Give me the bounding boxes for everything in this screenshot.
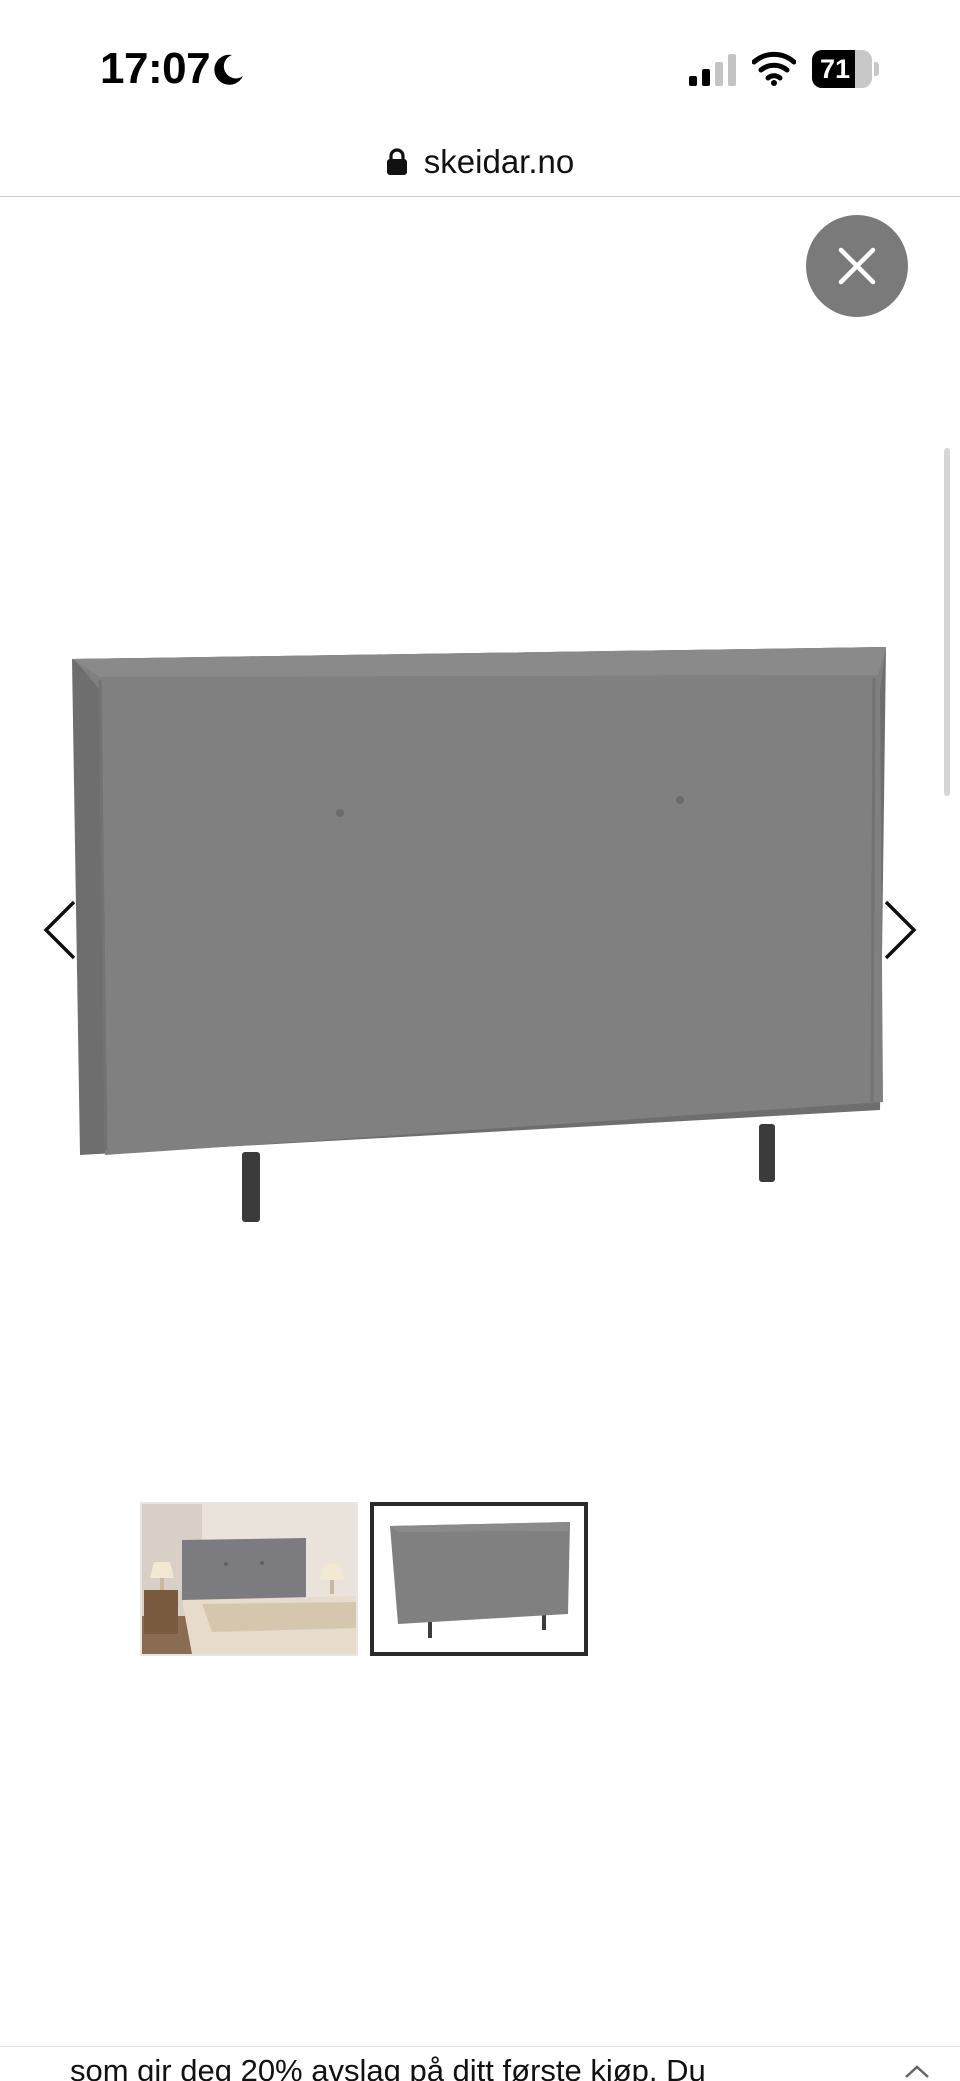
banner-text: som gir deg 20% avslag på ditt første kj… xyxy=(70,2053,706,2081)
headboard-button-left xyxy=(336,809,344,817)
headboard-leg-left xyxy=(242,1152,260,1222)
headboard-cushion xyxy=(74,647,886,1155)
moon-icon xyxy=(214,54,243,85)
lock-icon xyxy=(386,148,407,175)
chevron-left-icon[interactable] xyxy=(30,880,90,970)
bedroom-thumbnail-image xyxy=(142,1504,356,1654)
headboard-thumbnail-image xyxy=(374,1506,584,1652)
status-time: 17:07 xyxy=(100,44,211,93)
chevron-icon[interactable] xyxy=(902,2061,932,2081)
url-bar-divider xyxy=(0,196,960,197)
url-bar[interactable]: skeidar.no xyxy=(0,128,960,196)
battery-level: 71 xyxy=(819,54,851,84)
battery-indicator: 71 xyxy=(812,50,879,88)
product-image-headboard xyxy=(72,647,886,1222)
headboard-top-flap xyxy=(72,647,886,677)
newsletter-banner[interactable]: som gir deg 20% avslag på ditt første kj… xyxy=(0,2046,960,2081)
headboard-leg-right xyxy=(759,1124,775,1182)
scroll-indicator[interactable] xyxy=(944,448,950,796)
page: 17:07 71 skeidar.no som gir deg 20% avsl… xyxy=(0,0,960,2081)
headboard-button-right xyxy=(676,796,684,804)
battery-tip xyxy=(874,62,879,76)
close-icon xyxy=(838,247,876,285)
status-bar: 17:07 71 xyxy=(0,0,960,120)
battery-body: 71 xyxy=(812,50,872,88)
cellular-signal-icon xyxy=(689,54,736,86)
url-text: skeidar.no xyxy=(423,143,575,180)
close-button[interactable] xyxy=(806,215,908,317)
thumbnail-headboard-selected[interactable] xyxy=(370,1502,588,1656)
wifi-icon xyxy=(752,51,796,86)
chevron-right-icon[interactable] xyxy=(870,880,930,970)
thumbnail-bedroom[interactable] xyxy=(140,1502,358,1656)
